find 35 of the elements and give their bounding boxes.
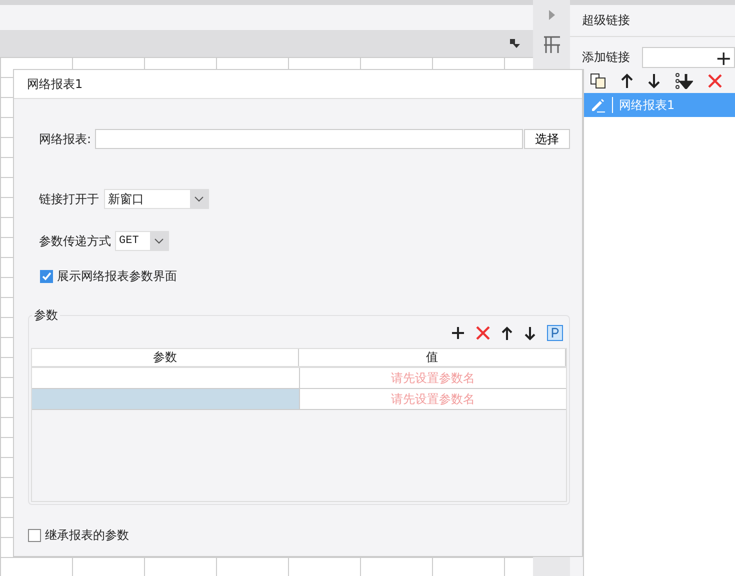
checkbox-label: 继承报表的参数 [45, 527, 129, 544]
choose-button[interactable]: 选择 [524, 129, 570, 149]
panel-title: 超级链接 [570, 5, 735, 37]
method-dropdown[interactable]: GET [115, 231, 169, 251]
group-title: 参数 [32, 307, 60, 324]
open-in-label: 链接打开于 [39, 190, 99, 208]
add-link-field[interactable]: + [642, 47, 735, 68]
down-arrow-icon[interactable] [524, 326, 536, 340]
checkbox[interactable] [40, 270, 53, 283]
down-arrow-icon[interactable] [648, 73, 660, 89]
format-icon[interactable] [509, 38, 521, 50]
up-arrow-icon[interactable] [621, 73, 633, 89]
method-label: 参数传递方式 [39, 232, 111, 250]
column-header: 参数 [32, 349, 299, 366]
open-in-dropdown[interactable]: 新窗口 [104, 189, 209, 209]
report-field[interactable] [95, 129, 523, 149]
up-arrow-icon[interactable] [501, 326, 513, 340]
checkbox[interactable] [28, 529, 41, 542]
chevron-down-icon [194, 196, 204, 202]
checkbox-label: 展示网络报表参数界面 [57, 268, 177, 285]
delete-icon[interactable] [708, 74, 722, 88]
delete-icon[interactable] [476, 326, 490, 340]
table-cell[interactable] [32, 389, 298, 409]
report-label: 网络报表: [39, 130, 92, 148]
add-link-button[interactable]: + [715, 48, 732, 66]
grid-icon[interactable] [542, 36, 560, 54]
move-bottom-icon[interactable] [675, 73, 693, 89]
chevron-down-icon [154, 238, 164, 244]
table-cell[interactable] [32, 368, 298, 388]
parameter-icon[interactable] [547, 325, 563, 341]
add-link-label: 添加链接 [582, 49, 630, 66]
add-icon[interactable] [451, 326, 465, 340]
column-header: 值 [299, 349, 566, 366]
copy-icon[interactable] [590, 73, 606, 89]
dialog-title: 网络报表1 [14, 70, 582, 99]
